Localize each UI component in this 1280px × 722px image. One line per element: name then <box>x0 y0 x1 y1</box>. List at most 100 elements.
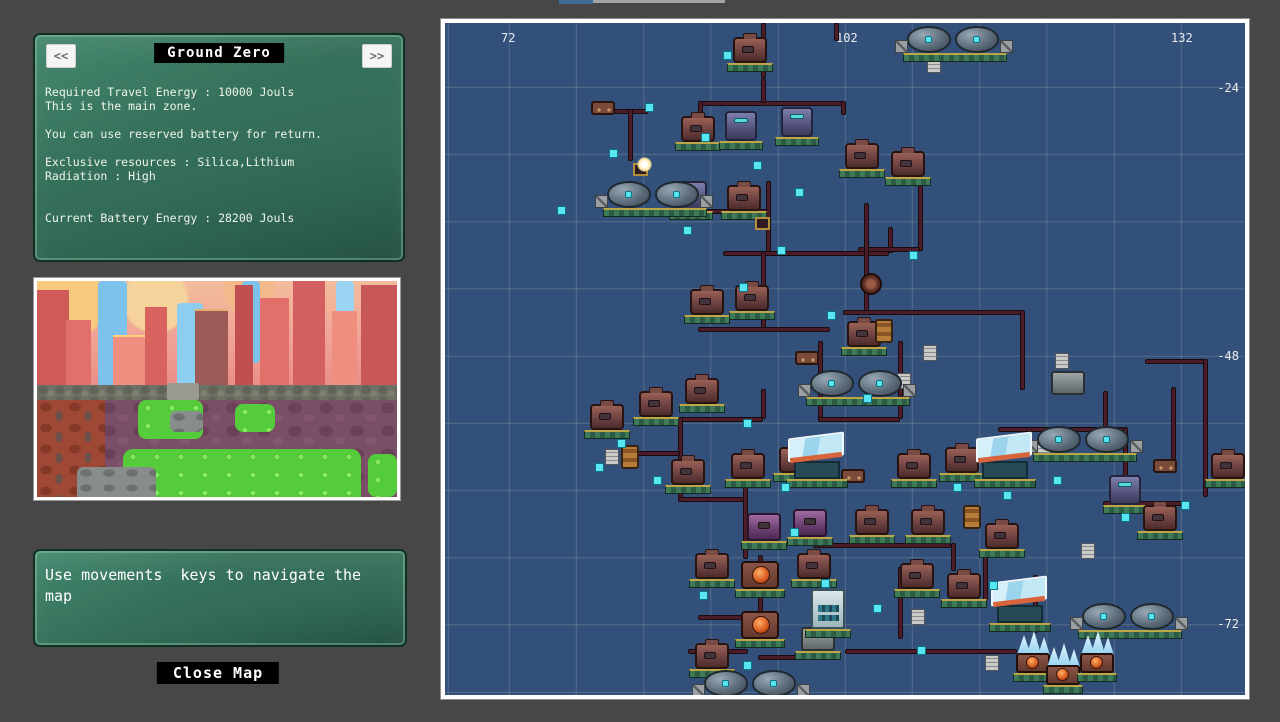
crate-detail <box>692 684 705 695</box>
zone-info-text: Required Travel Energy : 10000 JoulsThis… <box>45 85 395 225</box>
mtop-detail <box>995 519 1008 525</box>
pipe-segment <box>843 310 1021 315</box>
resource-marker <box>557 206 566 215</box>
machine-platform <box>665 485 711 494</box>
next-zone-button[interactable]: >> <box>362 44 392 68</box>
mwin-detail <box>806 562 819 569</box>
core-detail <box>1056 668 1069 681</box>
map-structure-machine <box>1211 453 1245 479</box>
map-structure-solar-tent <box>788 435 844 481</box>
map-structure-gear <box>795 351 819 365</box>
resource-marker <box>753 161 762 170</box>
tankdot-detail <box>1103 436 1110 443</box>
resource-marker <box>609 149 618 158</box>
grid-label-y: -48 <box>1217 349 1239 363</box>
mtop-detail <box>1221 449 1234 455</box>
machine-platform <box>1205 479 1245 488</box>
crate-detail <box>700 195 713 208</box>
mtop-detail <box>865 505 878 511</box>
pipe-segment <box>1103 391 1108 429</box>
map-structure-wheel <box>860 273 882 295</box>
crate-detail <box>1175 617 1188 630</box>
crate-detail <box>895 40 908 53</box>
map-structure-machine <box>891 151 925 177</box>
resource-marker <box>1003 491 1012 500</box>
zone-info-line <box>45 197 395 211</box>
tankdot-detail <box>973 36 980 43</box>
mtop-detail <box>681 455 694 461</box>
zone-info-line: Required Travel Energy : 10000 Jouls <box>45 85 395 99</box>
crate-detail <box>798 384 811 397</box>
zone-info-line <box>45 141 395 155</box>
mwin-detail <box>994 532 1007 539</box>
tankdot-detail <box>1148 613 1155 620</box>
core-detail <box>752 566 770 584</box>
mtop-detail <box>907 449 920 455</box>
mtop-detail <box>957 569 970 575</box>
resource-marker <box>683 226 692 235</box>
pipe-segment <box>951 543 956 571</box>
machine-platform <box>791 579 837 588</box>
machine-platform <box>786 479 848 488</box>
map-viewport[interactable]: 72102132-24-48-72 <box>445 23 1245 695</box>
mtop-detail <box>705 549 718 555</box>
tankdot-detail <box>1055 436 1062 443</box>
machine-platform <box>974 479 1036 488</box>
machine-platform <box>719 141 763 150</box>
pipe-segment <box>1145 359 1205 364</box>
sbase-detail <box>997 605 1043 623</box>
twin-detail <box>818 615 839 620</box>
map-structure-machine <box>731 453 765 479</box>
hint-panel: Use movements keys to navigate the map <box>33 549 407 647</box>
resource-marker <box>989 581 998 590</box>
mtop-detail <box>600 400 613 406</box>
map-structure-machine <box>733 37 767 63</box>
mwin-detail <box>740 462 753 469</box>
resource-marker <box>953 483 962 492</box>
machine-platform <box>633 417 679 426</box>
map-structure-purple <box>747 513 781 541</box>
map-structure-gear <box>1153 459 1177 473</box>
machine-platform <box>903 53 1007 62</box>
map-structure-barrel <box>621 445 639 469</box>
core-detail <box>1090 656 1103 669</box>
map-structure-crystal-furnace <box>1016 631 1050 677</box>
core-detail <box>752 616 770 634</box>
map-structure-machine <box>695 643 729 669</box>
pipe-segment <box>678 497 745 502</box>
game-screen: { "info_panel": { "title": "Ground Zero"… <box>0 0 1280 722</box>
prev-zone-button[interactable]: << <box>46 44 76 68</box>
machine-platform <box>675 142 721 151</box>
resource-marker <box>827 311 836 320</box>
map-structure-orange <box>741 561 779 589</box>
mwin-detail <box>736 194 749 201</box>
pipe-segment <box>698 101 843 106</box>
close-map-button[interactable]: Close Map <box>157 662 279 684</box>
map-structure-machine <box>590 404 624 430</box>
map-structure-machine <box>945 447 979 473</box>
grid-label-x: 132 <box>1171 31 1193 45</box>
mwin-detail <box>954 456 967 463</box>
machine-platform <box>689 579 735 588</box>
crate-detail <box>903 384 916 397</box>
machine-platform <box>805 629 851 638</box>
zone-info-line <box>45 183 395 197</box>
map-structure-barrel <box>963 505 981 529</box>
mtop-detail <box>695 374 708 380</box>
mtop-detail <box>691 112 704 118</box>
pipe-segment <box>628 109 633 161</box>
pipe-segment <box>1203 359 1208 497</box>
tankdot-detail <box>722 680 729 687</box>
map-structure-box <box>755 217 770 230</box>
resource-marker <box>699 591 708 600</box>
resource-marker <box>781 483 790 492</box>
map-structure-note <box>1055 353 1069 369</box>
crate-detail <box>1000 40 1013 53</box>
machine-platform <box>849 535 895 544</box>
mwin-detail <box>699 298 712 305</box>
machine-platform <box>891 479 937 488</box>
resource-marker <box>863 394 872 403</box>
resource-marker <box>1181 501 1190 510</box>
map-structure-machine <box>695 553 729 579</box>
map-structure-machine <box>690 289 724 315</box>
